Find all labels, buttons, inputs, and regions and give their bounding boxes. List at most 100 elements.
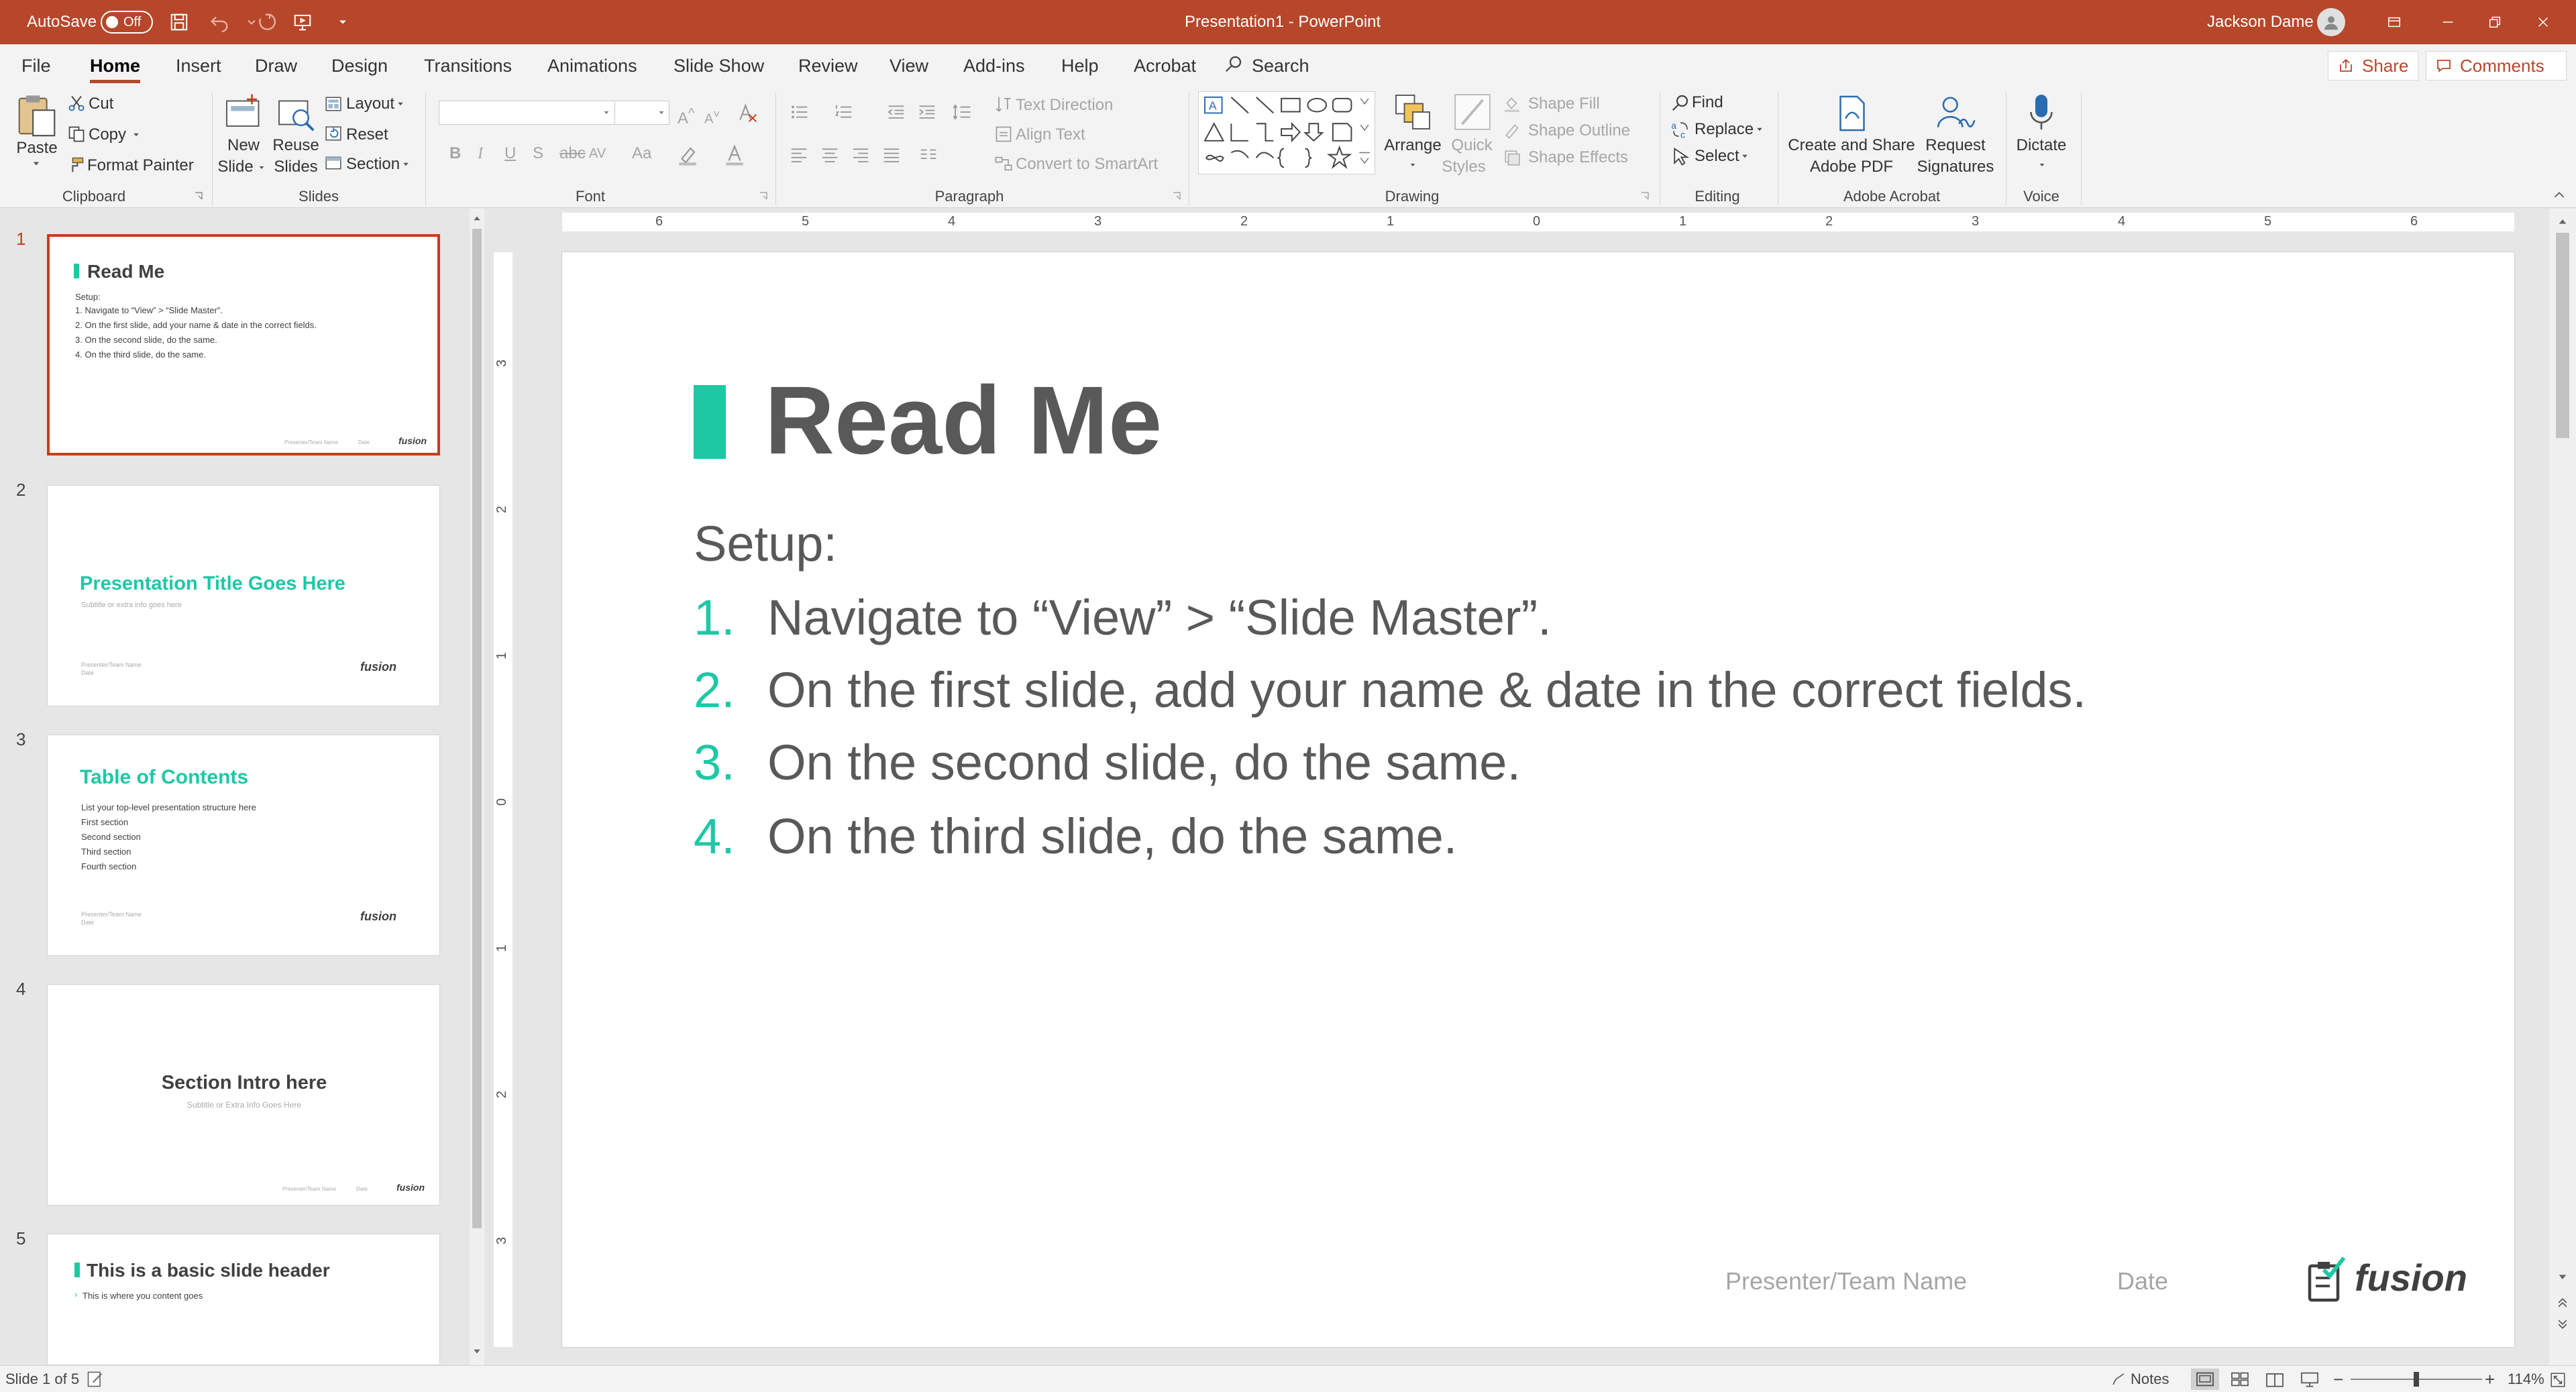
section-button[interactable]: Section [346,154,400,174]
scroll-down-icon[interactable] [2557,1271,2568,1282]
tab-add-ins[interactable]: Add-ins [963,44,1025,87]
shape-effects-button[interactable]: Shape Effects [1528,148,1628,168]
scroll-up-icon[interactable] [2557,217,2568,227]
next-slide-icon[interactable] [2556,1317,2569,1332]
thumbnail-scrollbar[interactable] [470,209,484,1365]
clipboard-launcher-icon[interactable] [193,191,204,201]
user-name[interactable]: Jackson Dame [2207,0,2314,44]
fit-to-window-icon[interactable] [2549,1371,2567,1389]
replace-button[interactable]: Replace [1695,119,1754,140]
shape-fill-icon[interactable] [1503,95,1521,113]
increase-font-icon[interactable]: A^ [678,103,694,129]
shape-outline-icon[interactable] [1503,122,1521,140]
font-name-dropdown-icon[interactable] [601,107,612,118]
tab-file[interactable]: File [21,44,51,87]
normal-view-icon[interactable] [2191,1369,2219,1390]
paste-dropdown-icon[interactable] [30,157,43,170]
reset-button[interactable]: Reset [346,125,388,145]
reset-icon[interactable] [323,125,343,142]
text-direction-button[interactable]: Text Direction [1016,95,1113,115]
text-direction-icon[interactable] [994,94,1013,114]
shadow-icon[interactable]: S [533,144,543,164]
shape-outline-button[interactable]: Shape Outline [1528,121,1630,141]
redo-icon[interactable] [254,9,279,35]
replace-icon[interactable]: ac [1670,119,1690,140]
line-spacing-icon[interactable] [949,102,975,122]
dictate-dropdown-icon[interactable] [2037,160,2047,170]
slide-sorter-icon[interactable] [2226,1369,2254,1390]
tab-draw[interactable]: Draw [255,44,297,87]
new-slide-label-1[interactable]: New [221,136,266,156]
tab-design[interactable]: Design [331,44,388,87]
font-name-input[interactable] [439,101,616,125]
arrange-label[interactable]: Arrange [1383,136,1442,156]
numbering-icon[interactable] [832,102,856,122]
create-pdf-icon[interactable] [1835,93,1869,134]
cut-button[interactable]: Cut [89,94,113,114]
scroll-up-icon[interactable] [472,214,482,223]
present-icon[interactable] [290,9,315,35]
copy-icon[interactable] [67,125,86,144]
decrease-font-icon[interactable]: A˅ [704,105,720,129]
shape-fill-button[interactable]: Shape Fill [1528,94,1600,114]
spelling-check-icon[interactable] [86,1370,105,1389]
scroll-thumb[interactable] [2556,233,2569,438]
decrease-indent-icon[interactable] [884,102,908,122]
close-icon[interactable] [2520,0,2567,44]
shape-effects-icon[interactable] [1503,149,1521,166]
scroll-thumb[interactable] [472,229,482,1228]
customize-qat-icon[interactable] [330,9,356,35]
comments-button[interactable]: Comments [2426,51,2567,81]
tab-slide-show[interactable]: Slide Show [674,44,764,87]
tab-view[interactable]: View [890,44,928,87]
replace-dropdown-icon[interactable] [1754,123,1766,136]
collapse-ribbon-icon[interactable] [2552,188,2567,203]
shapes-gallery[interactable]: A [1198,91,1375,174]
layout-dropdown-icon[interactable] [394,98,407,110]
align-text-button[interactable]: Align Text [1016,125,1085,145]
ribbon-display-icon[interactable] [2371,0,2418,44]
convert-smartart-button[interactable]: Convert to SmartArt [1016,154,1158,174]
slide-thumbnail-4[interactable]: Section Intro here Subtitle or Extra Inf… [47,984,440,1206]
paste-icon[interactable] [13,93,60,140]
layout-icon[interactable] [323,95,343,113]
new-slide-icon[interactable] [223,93,264,133]
setup-heading[interactable]: Setup: [694,514,837,574]
select-button[interactable]: Select [1695,146,1739,166]
italic-icon[interactable]: I [478,144,483,164]
tab-home[interactable]: Home [90,44,141,87]
select-icon[interactable] [1670,146,1690,166]
minimize-icon[interactable] [2424,0,2471,44]
change-case-icon[interactable]: Aa [632,144,651,164]
tab-transitions[interactable]: Transitions [424,44,512,87]
scroll-down-icon[interactable] [472,1346,482,1356]
section-icon[interactable] [323,154,343,172]
format-painter-button[interactable]: Format Painter [87,156,194,176]
strikethrough-icon[interactable]: abc [559,144,586,164]
request-signatures-label-1[interactable]: Request [1919,136,1992,156]
increase-indent-icon[interactable] [915,102,939,122]
highlight-icon[interactable] [676,144,699,166]
search-label[interactable]: Search [1252,44,1309,87]
new-slide-label-2[interactable]: Slide [213,157,258,177]
list-item[interactable]: On the second slide, do the same. [767,733,1521,793]
microphone-icon[interactable] [2026,91,2057,133]
copy-button[interactable]: Copy [89,125,126,145]
zoom-level[interactable]: 114% [2508,1366,2544,1392]
character-spacing-icon[interactable]: AV [589,144,606,164]
arrange-dropdown-icon[interactable] [1407,160,1418,170]
find-icon[interactable] [1670,93,1690,113]
tab-help[interactable]: Help [1061,44,1099,87]
autosave-toggle[interactable]: Off [101,11,153,34]
save-icon[interactable] [166,9,192,35]
format-painter-icon[interactable] [66,156,86,174]
font-size-dropdown-icon[interactable] [656,107,667,118]
notes-icon[interactable] [2110,1371,2127,1387]
reuse-slides-label-1[interactable]: Reuse [272,136,319,156]
section-dropdown-icon[interactable] [400,158,412,170]
layout-button[interactable]: Layout [346,94,394,114]
slide-canvas[interactable]: Read Me Setup: 1. Navigate to “View” > “… [562,252,2514,1347]
tab-animations[interactable]: Animations [547,44,637,87]
font-color-icon[interactable] [723,144,746,166]
font-launcher-icon[interactable] [758,191,769,201]
